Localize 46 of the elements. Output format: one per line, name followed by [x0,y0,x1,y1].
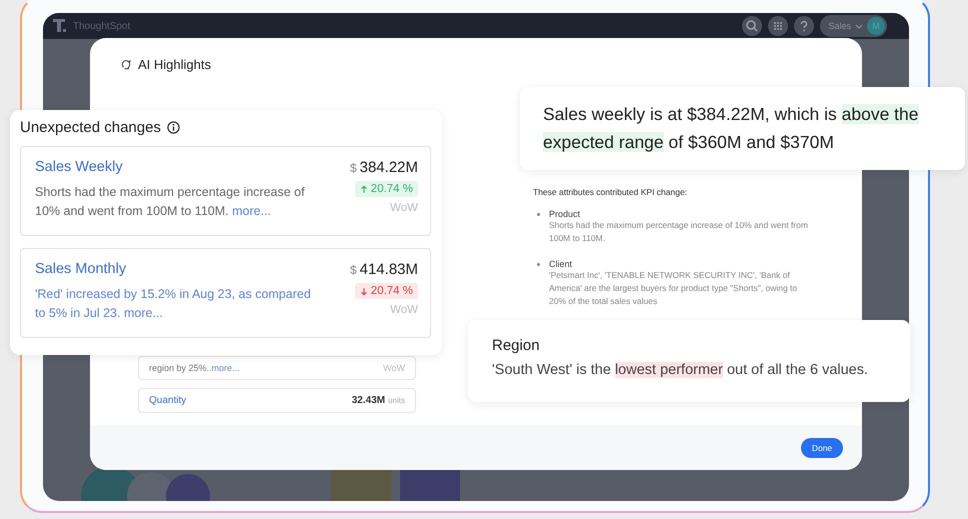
card-description: 'Red' increased by 15.2% in Aug 23, as compared to 5% in Jul 23. more... [35,286,312,322]
search-icon[interactable] [742,16,762,36]
more-link[interactable]: more... [124,306,163,320]
arrow-up-icon [360,184,368,194]
currency-symbol: $ [350,263,357,277]
info-icon[interactable] [166,121,180,134]
grid-icon[interactable] [768,16,788,36]
attribute-name: Product [549,209,582,219]
help-icon[interactable] [794,16,814,36]
modal-title: AI Highlights [138,57,211,72]
metric-card[interactable]: Sales Weekly Shorts had the maximum percentage increase of 10% and went from 100M to 110M. more... $ 384.22M 20.74 % WoW [20,146,431,236]
callout-text: 'South West' is the lowest performer out of all the 6 values. [492,362,870,378]
attribute-description: Shorts had the maximum percentage increase of 10% and went from 100M to 110M. [549,219,809,245]
change-badge: 20.74 % [354,283,418,299]
panel-title: Unexpected changes [20,119,161,136]
brand-name: ThoughtSpot [73,20,130,32]
period-label: WoW [390,304,418,316]
change-badge: 20.74 % [354,181,418,197]
currency-symbol: $ [350,161,357,175]
chart-bubble [166,474,210,501]
done-button[interactable]: Done [801,438,843,458]
metric-title: Quantity [149,395,186,406]
metric-value: 384.22M [360,159,418,176]
period-label: WoW [383,363,405,373]
bullet-icon [537,263,540,266]
more-link[interactable]: more... [212,363,240,373]
metric-title[interactable]: Sales Weekly [35,159,320,175]
caret-icon [855,24,863,28]
metric-value: 32.43M [352,395,386,406]
attribute-name: Client [549,259,574,269]
attributes-heading: These attributes contributed KPI change: [533,187,688,197]
arrow-down-icon [360,286,368,296]
card-description: region by 25%.. [149,363,212,373]
sparkle-bulb-icon [120,58,133,71]
unit-label: units [388,396,405,405]
logo-icon [53,19,67,33]
metric-value: 414.83M [360,261,418,278]
callout-text: Sales weekly is at $384.22M, which is above the expected range of $360M and $370M [543,103,920,154]
bullet-icon [537,213,540,216]
callout-title: Region [492,337,541,354]
metric-title[interactable]: Sales Monthly [35,261,320,277]
period-label: WoW [390,202,418,214]
attribute-description: 'Petsmart Inc', 'TENABLE NETWORK SECURITY INC', 'Bank of America' are the largest buyers for product type "Shorts", owing to 20% of the total sales values [549,269,798,308]
card-description: Shorts had the maximum percentage increase of 10% and went from 100M to 110M. more... [35,184,306,220]
more-link[interactable]: more... [232,204,272,218]
metric-card[interactable]: Sales Monthly 'Red' increased by 15.2% in Aug 23, as compared to 5% in Jul 23. more... $ 414.83M 20.74 % WoW [20,248,431,338]
